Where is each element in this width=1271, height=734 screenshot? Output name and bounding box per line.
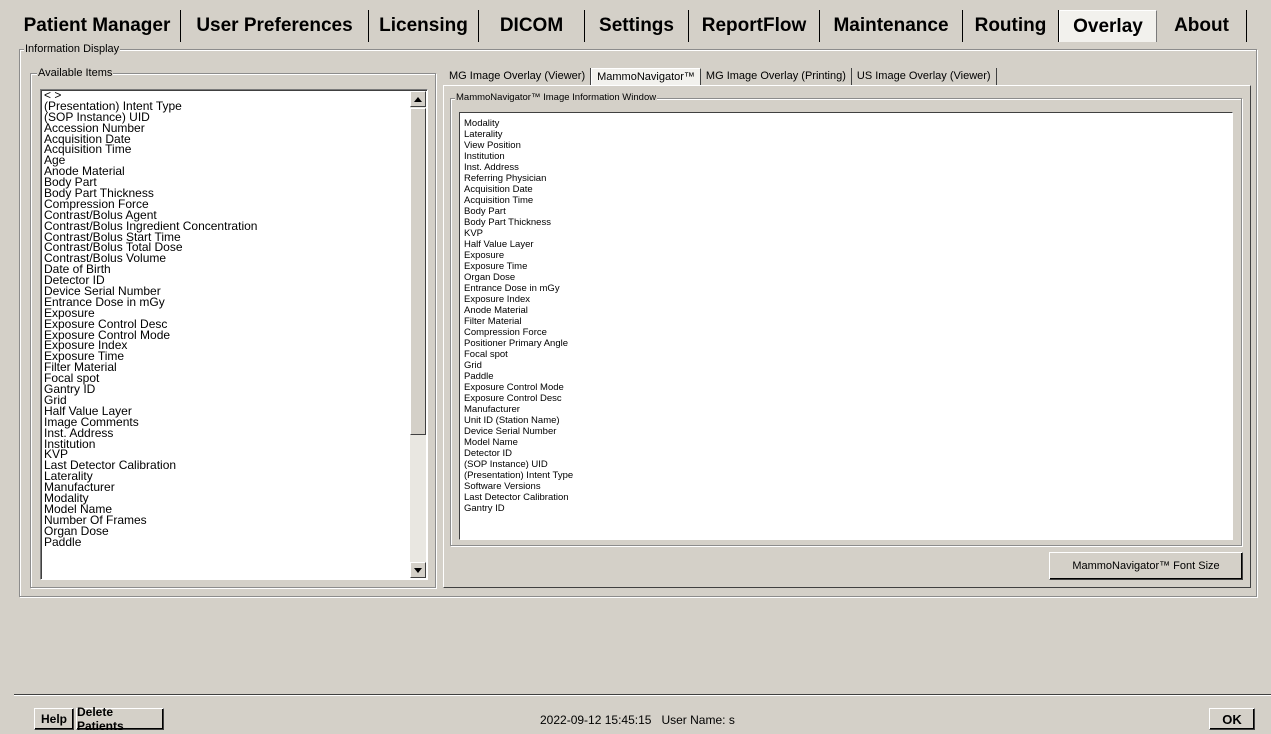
list-item[interactable]: Last Detector Calibration bbox=[464, 492, 573, 503]
list-item[interactable]: Exposure Control Mode bbox=[464, 382, 573, 393]
list-item[interactable]: Gantry ID bbox=[44, 383, 257, 395]
list-item[interactable]: Focal spot bbox=[464, 349, 573, 360]
list-item[interactable]: Body Part bbox=[464, 206, 573, 217]
list-item[interactable]: (SOP Instance) UID bbox=[464, 459, 573, 470]
available-items-entries: < > (Presentation) Intent Type (SOP Instan… bbox=[44, 90, 257, 547]
tab-maintenance[interactable]: Maintenance bbox=[820, 10, 963, 42]
list-item[interactable]: Institution bbox=[44, 438, 257, 450]
tab-mammonavigator[interactable]: MammoNavigator™ bbox=[591, 68, 701, 85]
available-items-scrollbar[interactable] bbox=[410, 91, 426, 578]
tab-mg-image-overlay-printing[interactable]: MG Image Overlay (Printing) bbox=[701, 68, 852, 85]
status-user-label: User Name: bbox=[661, 713, 726, 727]
status-bar: 2022-09-12 15:45:15 User Name: s bbox=[540, 713, 735, 727]
list-item[interactable]: Paddle bbox=[464, 371, 573, 382]
list-item[interactable]: Model Name bbox=[464, 437, 573, 448]
status-user-name: s bbox=[728, 713, 735, 727]
scroll-down-button[interactable] bbox=[410, 562, 426, 578]
tab-routing[interactable]: Routing bbox=[963, 10, 1059, 42]
list-item[interactable]: Anode Material bbox=[464, 305, 573, 316]
list-item[interactable]: Grid bbox=[464, 360, 573, 371]
list-item[interactable]: Detector ID bbox=[464, 448, 573, 459]
scroll-up-button[interactable] bbox=[410, 91, 426, 107]
list-item[interactable]: Modality bbox=[464, 118, 573, 129]
list-item[interactable]: Positioner Primary Angle bbox=[464, 338, 573, 349]
list-item[interactable]: Paddle bbox=[44, 536, 257, 548]
list-item[interactable]: Body Part Thickness bbox=[464, 217, 573, 228]
tab-us-image-overlay-viewer[interactable]: US Image Overlay (Viewer) bbox=[852, 68, 997, 85]
mammonavigator-font-size-button[interactable]: MammoNavigator™ Font Size bbox=[1049, 552, 1243, 580]
mammonavigator-window-legend: MammoNavigator™ Image Information Window bbox=[455, 91, 658, 105]
list-item[interactable]: Acquisition Time bbox=[44, 144, 257, 156]
tab-about[interactable]: About bbox=[1157, 10, 1247, 42]
tab-overlay[interactable]: Overlay bbox=[1059, 10, 1157, 42]
list-item[interactable]: Institution bbox=[464, 151, 573, 162]
available-items-legend: Available Items bbox=[37, 66, 114, 80]
arrow-down-icon bbox=[414, 567, 422, 573]
list-item[interactable]: Entrance Dose in mGy bbox=[464, 283, 573, 294]
list-item[interactable]: Exposure Time bbox=[464, 261, 573, 272]
list-item[interactable]: Software Versions bbox=[464, 481, 573, 492]
overlay-sub-tab-bar: MG Image Overlay (Viewer) MammoNavigator… bbox=[444, 68, 997, 85]
arrow-up-icon bbox=[414, 96, 422, 102]
tab-dicom[interactable]: DICOM bbox=[479, 10, 585, 42]
list-item[interactable]: Inst. Address bbox=[464, 162, 573, 173]
tab-patient-manager[interactable]: Patient Manager bbox=[14, 10, 181, 42]
status-datetime: 2022-09-12 15:45:15 bbox=[540, 713, 652, 727]
list-item[interactable]: Exposure Index bbox=[464, 294, 573, 305]
mammonavigator-entries: Modality Laterality View Position Instituti… bbox=[464, 118, 573, 514]
tab-user-preferences[interactable]: User Preferences bbox=[181, 10, 369, 42]
footer-divider bbox=[14, 694, 1271, 695]
list-item[interactable]: Compression Force bbox=[464, 327, 573, 338]
list-item[interactable]: Half Value Layer bbox=[464, 239, 573, 250]
list-item[interactable]: Referring Physician bbox=[464, 173, 573, 184]
tab-reportflow[interactable]: ReportFlow bbox=[689, 10, 820, 42]
list-item[interactable]: Manufacturer bbox=[464, 404, 573, 415]
list-item[interactable]: View Position bbox=[464, 140, 573, 151]
main-tab-bar: Patient Manager User Preferences Licensi… bbox=[14, 10, 1257, 42]
list-item[interactable]: Filter Material bbox=[464, 316, 573, 327]
list-item[interactable]: Acquisition Time bbox=[464, 195, 573, 206]
list-item[interactable]: Device Serial Number bbox=[464, 426, 573, 437]
ok-button[interactable]: OK bbox=[1209, 708, 1255, 730]
list-item[interactable]: (Presentation) Intent Type bbox=[464, 470, 573, 481]
mammonavigator-items-list[interactable]: Modality Laterality View Position Instituti… bbox=[459, 112, 1233, 540]
list-item[interactable]: Unit ID (Station Name) bbox=[464, 415, 573, 426]
scroll-thumb[interactable] bbox=[410, 108, 426, 435]
list-item[interactable]: Acquisition Date bbox=[464, 184, 573, 195]
help-button[interactable]: Help bbox=[34, 708, 74, 730]
list-item[interactable]: Organ Dose bbox=[464, 272, 573, 283]
list-item[interactable]: Gantry ID bbox=[464, 503, 573, 514]
information-display-legend: Information Display bbox=[24, 42, 121, 56]
tab-settings[interactable]: Settings bbox=[585, 10, 689, 42]
tab-mg-image-overlay-viewer[interactable]: MG Image Overlay (Viewer) bbox=[444, 68, 592, 85]
tab-licensing[interactable]: Licensing bbox=[369, 10, 479, 42]
list-item[interactable]: KVP bbox=[464, 228, 573, 239]
list-item[interactable]: Exposure Control Desc bbox=[464, 393, 573, 404]
list-item[interactable]: Exposure bbox=[464, 250, 573, 261]
available-items-list[interactable]: < > (Presentation) Intent Type (SOP Instan… bbox=[40, 89, 428, 580]
delete-patients-button[interactable]: Delete Patients bbox=[76, 705, 164, 733]
list-item[interactable]: Laterality bbox=[464, 129, 573, 140]
